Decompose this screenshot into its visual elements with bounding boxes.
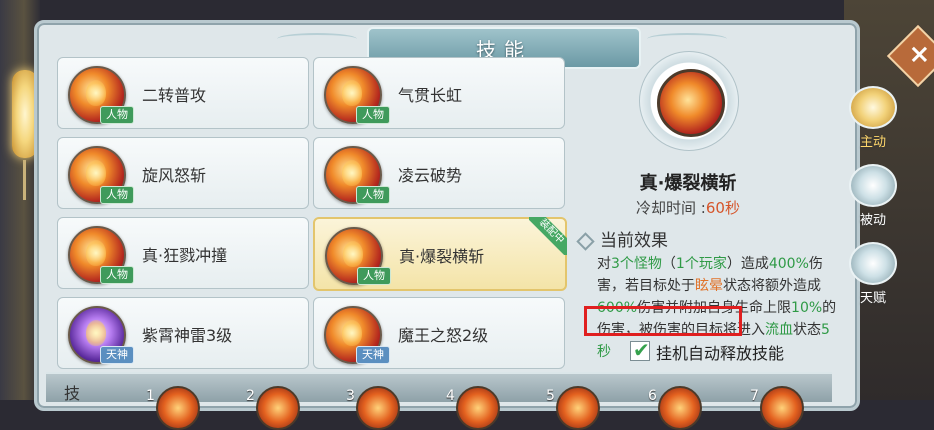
hotbar-slot-number: 2 [246,388,255,404]
tab-passive-skills[interactable]: 被动 [846,164,900,228]
hotbar-slot-number: 3 [346,388,355,404]
lantern-tassel [23,160,26,200]
skill-tag: 人物 [100,186,134,204]
active-skill-icon [849,86,897,129]
effect-text: 状态将额外造成 [723,278,821,294]
skill-name: 魔王之怒2级 [398,326,489,345]
cooldown-text: 冷却时间 :60秒 [573,197,803,218]
skill-name: 二转普攻 [142,86,207,105]
effect-text: （ [661,256,676,272]
title-ornament-left [277,33,357,45]
hotbar-slot-number: 7 [750,388,759,404]
tab-label: 主动 [859,135,886,150]
equipped-ribbon: 装配中 [529,217,567,255]
hotbar-slot-icon[interactable] [556,386,600,430]
equipped-badge: 装配中 [529,217,567,255]
auto-cast-label: 挂机自动释放技能 [656,344,785,363]
skill-tag: 天神 [356,346,390,364]
skill-name: 真·爆裂横斩 [399,247,485,266]
talent-icon [849,242,897,285]
effect-text: ）造成 [726,256,769,272]
skill-card-2[interactable]: 人物 旋风怒斩 [57,137,309,209]
skill-card-4[interactable]: 人物 真·狂戮冲撞 [57,217,309,289]
effect-stun-status: 眩晕 [695,278,723,294]
auto-cast-checkbox[interactable]: ✔ [630,338,650,362]
skill-tag: 人物 [356,106,390,124]
detail-skill-name: 真·爆裂横斩 [639,173,737,194]
hotbar-slot-icon[interactable] [760,386,804,430]
effect-target-count: 3个怪物 [611,256,662,272]
hotbar-slot-number: 5 [546,388,555,404]
hotbar-slot-icon[interactable] [456,386,500,430]
diamond-icon [576,231,595,251]
effect-damage-pct: 400% [768,256,809,272]
skill-card-0[interactable]: 人物 二转普攻 [57,57,309,129]
tab-label: 被动 [859,213,886,228]
skill-tag: 人物 [357,267,391,285]
skill-card-7[interactable]: 天神 魔王之怒2级 [313,297,565,369]
effect-heading: 当前效果 [576,226,668,251]
hotbar-slot-number: 6 [648,388,657,404]
skill-name: 紫霄神雷3级 [142,326,233,345]
close-icon: × [908,39,931,70]
effect-bleed-status: 流血 [765,322,793,338]
tab-talents[interactable]: 天赋 [846,242,900,306]
skill-tag: 人物 [100,266,134,284]
skill-tag: 人物 [356,186,390,204]
skill-card-1[interactable]: 人物 气贯长虹 [313,57,565,129]
skill-tag: 人物 [100,106,134,124]
skill-hotbar: 技 1 2 3 4 5 6 7 [46,372,832,430]
cooldown-value: 60秒 [705,199,740,217]
skill-card-6[interactable]: 天神 紫霄神雷3级 [57,297,309,369]
detail-icon-frame [639,51,739,151]
skill-name: 真·狂戮冲撞 [142,246,228,265]
skill-card-5-selected[interactable]: 人物 真·爆裂横斩 装配中 [313,217,567,291]
effect-hp-pct: 10% [791,300,823,316]
hotbar-label: 技 [64,384,81,403]
effect-text: 对 [597,256,611,272]
hotbar-slot-icon[interactable] [156,386,200,430]
effect-heading-text: 当前效果 [600,231,668,251]
tab-active-skills[interactable]: 主动 [846,86,900,150]
hotbar-slot-icon[interactable] [658,386,702,430]
skill-name: 凌云破势 [398,166,463,185]
hotbar-slot-icon[interactable] [356,386,400,430]
effect-player-count: 1个玩家 [675,256,727,272]
hotbar-slot-number: 1 [146,388,155,404]
explosive-slash-icon [657,69,725,137]
annotation-highlight-box [584,306,742,336]
tab-label: 天赋 [859,291,886,306]
hotbar-slot-icon[interactable] [256,386,300,430]
hotbar-slot-number: 4 [446,388,455,404]
effect-text: 状态 [793,322,821,338]
skill-name: 旋风怒斩 [142,166,207,185]
check-icon: ✔ [633,338,650,362]
skill-tag: 天神 [100,346,134,364]
passive-skill-icon [849,164,897,207]
skill-name: 气贯长虹 [398,86,463,105]
cooldown-label: 冷却时间 : [636,199,706,217]
skill-card-3[interactable]: 人物 凌云破势 [313,137,565,209]
